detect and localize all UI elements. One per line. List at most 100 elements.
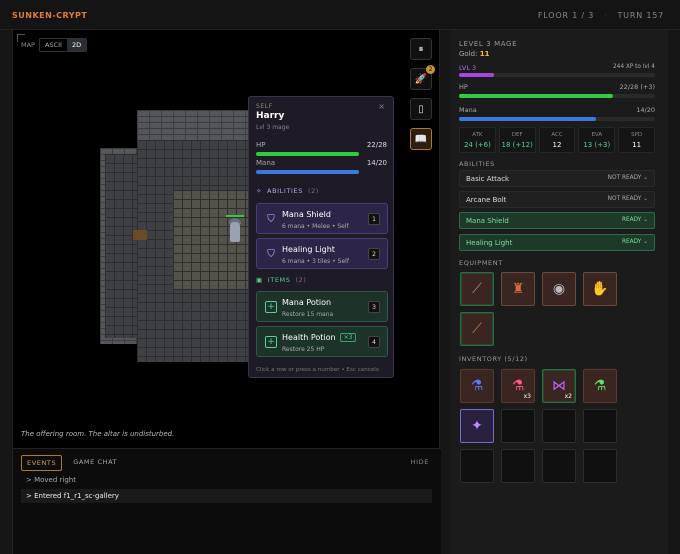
room-description: The offering room. The altar is undistur… [21, 430, 175, 438]
class-title: LEVEL 3 MAGE [459, 40, 518, 48]
floor-indicator: FLOOR 1 / 3 [537, 11, 595, 20]
chest-icon: ▣ [256, 276, 263, 284]
mode-2d-button[interactable]: 2D [66, 39, 87, 51]
gloves-icon: ✋ [591, 281, 609, 297]
game-title: SUNKEN-CRYPT [12, 11, 88, 20]
hotkey-badge: 4 [368, 336, 380, 348]
rocket-icon: 🚀 [414, 73, 428, 85]
self-action-popup: SELF × Harry Lvl 3 mage HP 22/28 Mana 14/2… [248, 96, 394, 378]
stats-grid: ATK 24 (+6) DEF 18 (+12) ACC 12 EVA 13 (+3) … [459, 127, 655, 153]
book-icon: 📖 [414, 133, 428, 145]
ability-mana-shield[interactable]: ⛉ Mana Shield 6 mana • Melee • Self 1 [256, 203, 388, 234]
ability-basic-attack[interactable]: Basic Attack NOT READY ⌄ [459, 170, 655, 187]
door-tile[interactable] [133, 230, 147, 240]
hide-button[interactable]: HIDE [411, 458, 429, 466]
equipment-heading: EQUIPMENT [459, 259, 503, 267]
hp-stat: HP 22/28 [256, 141, 387, 149]
quantity-label: x3 [523, 393, 531, 400]
inventory-slot-empty[interactable] [542, 449, 576, 483]
abilities-heading: ABILITIES [459, 160, 495, 168]
inventory-slot[interactable]: ⋈ x2 [542, 369, 576, 403]
inventory-heading: INVENTORY (5/12) [459, 355, 528, 363]
stat-acc: ACC 12 [538, 127, 576, 153]
status-readout: FLOOR 1 / 3 · TURN 157 [537, 11, 664, 20]
event-line: > Entered f1_r1_sc-gallery [21, 489, 432, 503]
events-panel: EVENTS GAME CHAT HIDE > Moved right > En… [13, 448, 441, 554]
stat-atk: ATK 24 (+6) [459, 127, 496, 153]
character-panel: LEVEL 3 MAGE Gold: 11 LVL 3 244 XP to lvl… [451, 30, 668, 554]
item-mana-potion[interactable]: + Mana Potion Restore 15 mana 3 [256, 291, 388, 322]
mode-ascii-button[interactable]: ASCII [40, 39, 67, 51]
map-label: MAP [21, 41, 35, 49]
dungeon-wall [137, 110, 263, 140]
inventory-slot-empty[interactable] [501, 449, 535, 483]
close-icon[interactable]: × [378, 102, 385, 111]
shield-icon: ⛉ [267, 248, 275, 260]
shield-icon: ⛉ [267, 213, 275, 225]
armor-icon: ♜ [511, 281, 525, 297]
stat-def: DEF 18 (+12) [498, 127, 536, 153]
popup-label: SELF [256, 103, 273, 110]
inventory-slot-empty[interactable] [542, 409, 576, 443]
item-health-potion[interactable]: + Health Potion ×3 Restore 25 HP 4 [256, 326, 388, 357]
inventory-slot[interactable]: ⚗ [460, 369, 494, 403]
xp-row: LVL 3 244 XP to lvl 4 [459, 64, 655, 72]
gold-display: Gold: 11 [459, 50, 490, 58]
ability-arcane-bolt[interactable]: Arcane Bolt NOT READY ⌄ [459, 191, 655, 208]
inventory-slot[interactable]: ✦ [460, 409, 494, 443]
green-potion-icon: ⚗ [593, 378, 607, 394]
mana-row: Mana 14/20 [459, 106, 655, 114]
player-health-bar [226, 215, 244, 217]
wand-icon: ✧ [256, 187, 263, 195]
equipment-slot[interactable]: ◉ [542, 272, 576, 306]
tab-game-chat[interactable]: GAME CHAT [68, 455, 122, 471]
notification-badge: 2 [426, 65, 435, 74]
quantity-badge: ×3 [339, 333, 357, 342]
blue-potion-icon: ⚗ [470, 378, 484, 394]
character-name: Harry [256, 111, 285, 121]
inventory-slot[interactable]: ⚗ x3 [501, 369, 535, 403]
equipment-slot[interactable]: ⟋ [460, 312, 494, 346]
equipment-slot[interactable]: ⟋ [460, 272, 494, 306]
plus-icon: + [265, 301, 277, 313]
crystal-icon: ✦ [471, 418, 483, 434]
plus-icon: + [265, 336, 277, 348]
door-button[interactable]: ▯ [410, 98, 432, 120]
map-side-buttons: ⏸ 🚀 2 ▯ 📖 [410, 38, 435, 150]
character-level: Lvl 3 mage [256, 124, 290, 131]
player-character[interactable] [226, 215, 244, 244]
tab-events[interactable]: EVENTS [21, 455, 63, 471]
stat-eva: EVA 13 (+3) [578, 127, 616, 153]
equipment-slot[interactable]: ♜ [501, 272, 535, 306]
inventory-slot-empty[interactable] [583, 409, 617, 443]
book-button[interactable]: 📖 [410, 128, 432, 150]
stat-spd: SPD 11 [618, 127, 655, 153]
pause-button[interactable]: ⏸ [410, 38, 432, 60]
ability-mana-shield[interactable]: Mana Shield READY ⌄ [459, 212, 655, 229]
inventory-slot-empty[interactable] [501, 409, 535, 443]
ability-healing-light[interactable]: ⛉ Healing Light 6 mana • 3 tiles • Self … [256, 238, 388, 269]
mana-bar [459, 117, 655, 121]
dungeon-floor[interactable] [105, 154, 137, 338]
hotkey-badge: 2 [368, 248, 380, 260]
hp-row: HP 22/28 (+3) [459, 83, 655, 91]
event-line: > Moved right [26, 476, 76, 484]
ability-healing-light[interactable]: Healing Light READY ⌄ [459, 234, 655, 251]
map-mode-toggle: MAP ASCII 2D [21, 38, 88, 52]
turn-counter: TURN 157 [617, 11, 664, 20]
equipment-slot[interactable]: ✋ [583, 272, 617, 306]
inventory-slot-empty[interactable] [583, 449, 617, 483]
wand-icon: ⟋ [472, 321, 482, 337]
pause-icon: ⏸ [418, 43, 424, 55]
inventory-slot[interactable]: ⚗ [583, 369, 617, 403]
mana-stat: Mana 14/20 [256, 159, 387, 167]
hotkey-badge: 1 [368, 213, 380, 225]
door-icon: ▯ [418, 103, 424, 115]
popup-hint: Click a row or press a number • Esc canc… [256, 367, 379, 373]
rocket-button[interactable]: 🚀 2 [410, 65, 435, 90]
items-section-header: ▣ ITEMS (2) [256, 276, 307, 284]
xp-bar [459, 73, 655, 77]
staff-icon: ⟋ [472, 281, 482, 297]
inventory-slot-empty[interactable] [460, 449, 494, 483]
quantity-label: x2 [564, 393, 572, 400]
